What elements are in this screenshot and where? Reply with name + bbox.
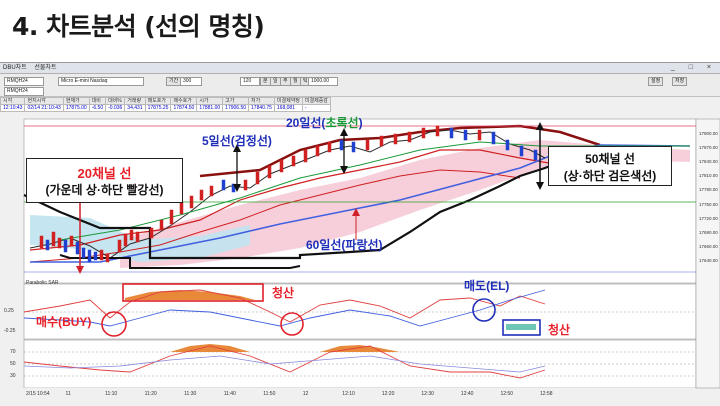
ma20-label-prefix: 20일선( bbox=[286, 116, 326, 130]
time-axis-tick: 12:58 bbox=[540, 391, 553, 397]
info-value-cell: 17881.00 bbox=[196, 104, 224, 112]
price-axis-tick: 17750.00 bbox=[699, 201, 718, 207]
ch50-desc: (상·하단 검은색선) bbox=[563, 169, 657, 183]
menu-item-futures-chart[interactable]: 선물차트 bbox=[31, 63, 59, 72]
time-axis-tick: 11:30 bbox=[184, 391, 197, 397]
display-value-input[interactable]: 1000.00 bbox=[308, 77, 338, 86]
close-icon[interactable]: × bbox=[704, 63, 717, 72]
time-axis-tick: 11:10 bbox=[105, 391, 118, 397]
price-axis-tick: 17870.00 bbox=[699, 145, 718, 151]
settings-button[interactable]: 설정 bbox=[648, 77, 664, 86]
info-header-cell: 현재가 bbox=[62, 97, 90, 105]
settle-label-2: 청산 bbox=[548, 323, 571, 337]
info-header-cell: 대비% bbox=[105, 97, 126, 105]
price-axis-tick: 17840.00 bbox=[699, 159, 718, 165]
info-header-cell: 고가 bbox=[222, 97, 250, 105]
time-axis-tick: 11:50 bbox=[263, 391, 276, 397]
ma5-label-text: 5일선(검정선) bbox=[202, 134, 272, 148]
info-value-cell: -6.50 bbox=[88, 104, 107, 112]
slide-title: 4. 차트분석 (선의 명칭) bbox=[12, 12, 265, 41]
price-axis-tick: 17690.00 bbox=[699, 229, 718, 235]
chart-toolbar: RMQH24 Micro E-mini Nasdaq 기간 300 120 분 … bbox=[0, 74, 720, 97]
info-header-cell: 저가 bbox=[248, 97, 275, 105]
buy-label: 매수(BUY) bbox=[36, 315, 92, 329]
time-axis-tick: 11:20 bbox=[144, 391, 157, 397]
info-header-cell: 현지시각 bbox=[24, 97, 64, 105]
ch20-desc: (가운데 상·하단 빨강선) bbox=[45, 183, 164, 197]
osc1-axis-top: 0.25 bbox=[4, 308, 14, 314]
time-axis-tick: 12:40 bbox=[460, 391, 474, 397]
info-header-cell: 매도호가 bbox=[144, 97, 172, 105]
symbol-input[interactable]: RMQH24 bbox=[4, 77, 44, 86]
info-header-cell: 거래량 bbox=[124, 97, 146, 105]
info-value-cell: 17875.00 bbox=[62, 104, 90, 112]
interval-input[interactable]: 300 bbox=[180, 77, 202, 86]
info-value-cell: -0.036 bbox=[105, 104, 126, 112]
ma20-label: 20일선(초록선) bbox=[286, 114, 363, 131]
window-controls: _ □ × bbox=[668, 63, 717, 72]
osc2-axis-50: 50 bbox=[10, 361, 16, 367]
time-axis-tick: 11 bbox=[65, 391, 71, 397]
info-value-cell: 168,081 bbox=[273, 104, 303, 112]
secondary-symbol-input[interactable]: RMQH24 bbox=[4, 87, 44, 96]
info-value-cell: - bbox=[301, 104, 331, 112]
osc1-axis-bottom: -0.25 bbox=[4, 328, 16, 334]
time-axis-tick: 12:30 bbox=[421, 391, 434, 397]
time-axis-tick: 12:10 bbox=[342, 391, 355, 397]
ch20-annotation-box: 20채널 선 (가운데 상·하단 빨강선) bbox=[26, 158, 183, 203]
time-axis-tick: 12 bbox=[302, 391, 309, 397]
maximize-icon[interactable]: □ bbox=[686, 63, 699, 72]
ch50-annotation-box: 50채널 선 (상·하단 검은색선) bbox=[548, 146, 672, 186]
info-header-cell: 미결제증감 bbox=[301, 97, 331, 105]
info-value-cell: 12:10:43 bbox=[0, 104, 26, 112]
sell-label: 매도(EL) bbox=[464, 279, 510, 293]
info-value-cell: 34,431 bbox=[124, 104, 146, 112]
price-axis-tick: 17660.00 bbox=[699, 243, 718, 249]
ch50-title: 50채널 선 bbox=[585, 152, 635, 166]
info-value-cell: 17906.50 bbox=[222, 104, 250, 112]
info-header-cell: 시가 bbox=[196, 97, 224, 105]
time-axis-tick: 12:20 bbox=[381, 391, 395, 397]
menu-bar: DBU차트 선물차트 _ □ × bbox=[0, 63, 720, 74]
save-button[interactable]: 저장 bbox=[672, 77, 688, 86]
price-axis-tick: 17810.00 bbox=[699, 173, 718, 179]
price-axis-tick: 17640.00 bbox=[699, 258, 718, 263]
ch20-title: 20채널 선 bbox=[77, 166, 132, 181]
count-input[interactable]: 120 bbox=[240, 77, 260, 86]
time-axis-tick: 11:40 bbox=[223, 391, 236, 397]
info-value-cell: 17840.75 bbox=[248, 104, 275, 112]
ma20-label-word: 초록선 bbox=[325, 116, 359, 130]
settle-label-1: 청산 bbox=[272, 286, 295, 300]
quote-info-table: 시각 현지시각 현재가 대비 대비% 거래량 매도호가 매수호가 시가 고가 저가 미결제약정 미결제증… bbox=[0, 97, 390, 113]
info-header-cell: 시각 bbox=[0, 97, 26, 105]
info-header-cell: 미결제약정 bbox=[273, 97, 303, 105]
menu-item-dbu-chart[interactable]: DBU차트 bbox=[0, 63, 30, 72]
indicator-label: Parabolic SAR bbox=[26, 280, 59, 286]
interval-label: 기간 bbox=[166, 77, 182, 86]
info-value-cell: 17874.50 bbox=[170, 104, 198, 112]
ma60-label: 60일선(파랑선) bbox=[306, 238, 383, 252]
info-value-cell: 02/14 21:10:43 bbox=[24, 104, 64, 112]
price-axis-tick: 17900.00 bbox=[699, 131, 718, 136]
time-axis-tick: 12:50 bbox=[500, 391, 513, 397]
osc2-axis-70: 70 bbox=[10, 349, 16, 355]
minimize-icon[interactable]: _ bbox=[668, 63, 681, 72]
osc2-axis-30: 30 bbox=[10, 373, 16, 379]
instrument-name: Micro E-mini Nasdaq bbox=[58, 77, 144, 86]
info-header-cell: 대비 bbox=[88, 97, 107, 105]
ma5-label: 5일선(검정선) bbox=[202, 132, 272, 149]
info-value-cell: 17875.25 bbox=[144, 104, 172, 112]
price-axis-tick: 17780.00 bbox=[699, 187, 718, 193]
ma20-label-suffix: ) bbox=[358, 116, 363, 130]
time-axis-tick: 2/15 10:54 bbox=[26, 391, 50, 397]
price-axis-tick: 17720.00 bbox=[699, 215, 718, 221]
info-header-cell: 매수호가 bbox=[170, 97, 198, 105]
